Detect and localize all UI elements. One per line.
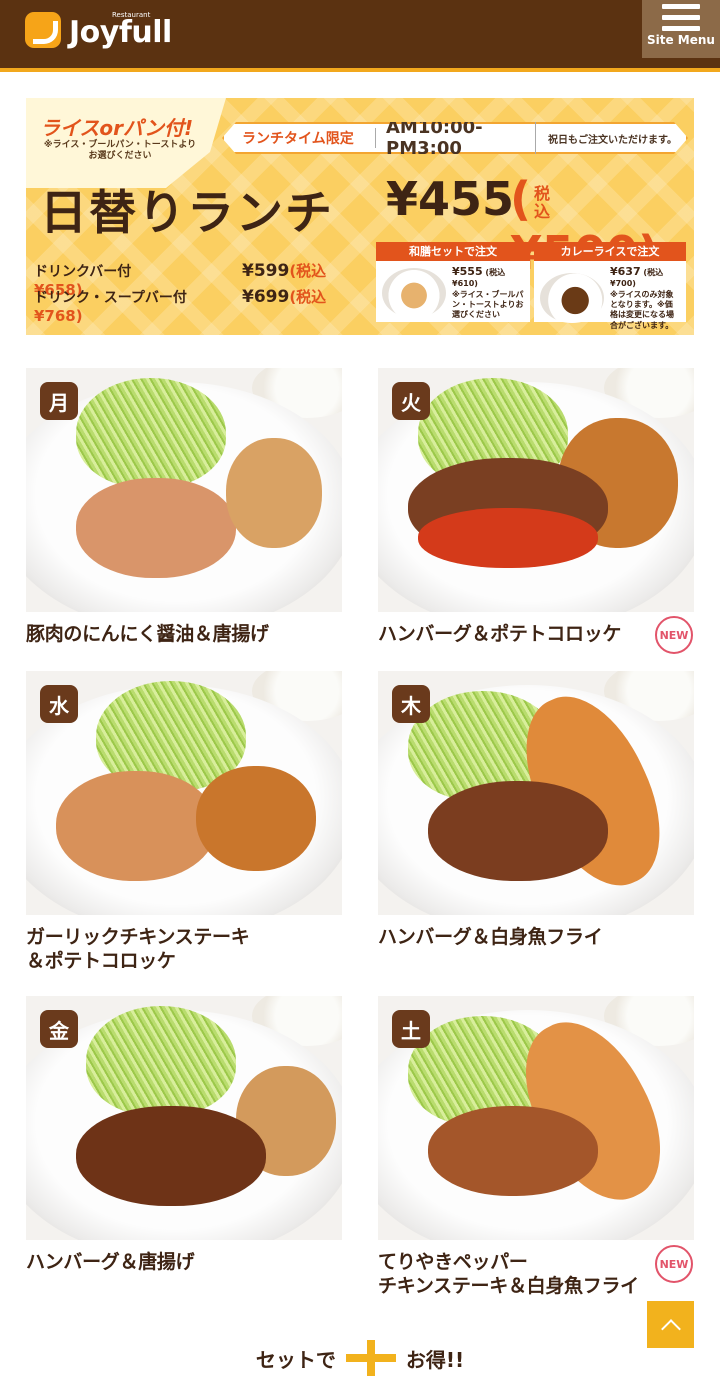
rice-or-bread-label: ライスorパン付! [40, 116, 194, 140]
day-badge: 木 [392, 685, 430, 723]
tax-label: 税込 [534, 183, 551, 221]
rice-note: ※ライス・ブールパン・トーストより お選びください [43, 140, 197, 162]
drink-soup-row: ドリンク・スープバー付 ¥699(税込¥768) [34, 286, 374, 325]
day-badge: 火 [392, 382, 430, 420]
day-badge: 月 [40, 382, 78, 420]
curry-set-head: カレーライスで注文 [534, 242, 686, 261]
drink-bar-price: ¥599 [242, 261, 290, 281]
washoku-set-box: 和膳セットで注文 ¥555 (税込¥610) ※ライス・ブールパン・トーストより… [376, 242, 530, 322]
menu-title: ハンバーグ＆唐揚げ [26, 1251, 195, 1273]
site-header: Joyfull Restaurant Site Menu [0, 0, 720, 68]
food-photo: 土 [378, 996, 694, 1240]
day-badge: 土 [392, 1010, 430, 1048]
site-menu-button[interactable]: Site Menu [642, 0, 720, 58]
banner-title: 日替りランチ [40, 186, 334, 241]
joyfull-logo[interactable]: Joyfull Restaurant [25, 10, 172, 50]
menu-card-wednesday[interactable]: 水 ガーリックチキンステーキ ＆ポテトコロッケ [26, 671, 342, 973]
food-photo: 月 [26, 368, 342, 612]
set-deal-heading: セットで お得!! [0, 1338, 720, 1378]
set-text-left: セットで [255, 1347, 336, 1372]
holiday-note: 祝日もご注文いただけます。 [548, 134, 677, 146]
curry-dish-icon [540, 273, 604, 324]
curry-note: ※ライスのみ対象となります。※価格は変更になる場合がございます。 [610, 289, 674, 330]
drink-bar-label: ドリンクバー付 [34, 264, 132, 280]
site-menu-label: Site Menu [647, 33, 715, 47]
curry-price: ¥637 [610, 265, 641, 278]
drink-soup-label: ドリンク・スープバー付 [34, 290, 187, 306]
back-to-top-button[interactable] [647, 1301, 694, 1348]
menu-title: ハンバーグ＆白身魚フライ [378, 926, 603, 948]
menu-card-friday[interactable]: 金 ハンバーグ＆唐揚げ [26, 996, 342, 1274]
washoku-set-head: 和膳セットで注文 [376, 242, 530, 261]
set-text-right: お得!! [405, 1347, 465, 1372]
lunch-time-ribbon: ランチタイム限定 AM10:00-PM3:00 祝日もご注文いただけます。 [222, 122, 688, 154]
menu-title: 豚肉のにんにく醤油＆唐揚げ [26, 623, 269, 645]
plus-icon [345, 1340, 396, 1376]
curry-set-box: カレーライスで注文 ¥637 (税込¥700) ※ライスのみ対象となります。※価… [534, 242, 686, 330]
washoku-note: ※ライス・ブールパン・トーストよりお選びください [452, 289, 524, 320]
washoku-dish-icon [382, 267, 446, 318]
food-photo: 水 [26, 671, 342, 915]
food-photo: 火 [378, 368, 694, 612]
logo-mark-icon [25, 12, 61, 48]
lunch-limited-label: ランチタイム限定 [224, 128, 376, 148]
menu-card-thursday[interactable]: 木 ハンバーグ＆白身魚フライ [378, 671, 694, 949]
new-badge: NEW [655, 616, 693, 654]
header-divider [0, 68, 720, 72]
lunch-hours: AM10:00-PM3:00 [376, 122, 536, 154]
menu-card-saturday[interactable]: 土 てりやきペッパー チキンステーキ＆白身魚フライ NEW [378, 996, 694, 1298]
logo-superscript: Restaurant [112, 11, 151, 19]
chevron-up-icon [660, 1318, 681, 1339]
menu-title: ハンバーグ＆ポテトコロッケ [378, 623, 622, 645]
washoku-price: ¥555 [452, 265, 483, 278]
new-badge: NEW [655, 1245, 693, 1283]
menu-card-tuesday[interactable]: 火 ハンバーグ＆ポテトコロッケ NEW [378, 368, 694, 654]
daily-lunch-banner[interactable]: ライスorパン付! ※ライス・ブールパン・トーストより お選びください ランチタ… [26, 98, 694, 335]
food-photo: 木 [378, 671, 694, 915]
food-photo: 金 [26, 996, 342, 1240]
menu-title: てりやきペッパー チキンステーキ＆白身魚フライ [378, 1251, 639, 1297]
lunch-price: ¥455 [386, 172, 515, 226]
menu-card-monday[interactable]: 月 豚肉のにんにく醤油＆唐揚げ [26, 368, 342, 646]
menu-title: ガーリックチキンステーキ ＆ポテトコロッケ [26, 926, 250, 972]
day-badge: 金 [40, 1010, 78, 1048]
logo-text: Joyfull [69, 14, 172, 50]
day-badge: 水 [40, 685, 78, 723]
drink-soup-price: ¥699 [242, 287, 290, 307]
